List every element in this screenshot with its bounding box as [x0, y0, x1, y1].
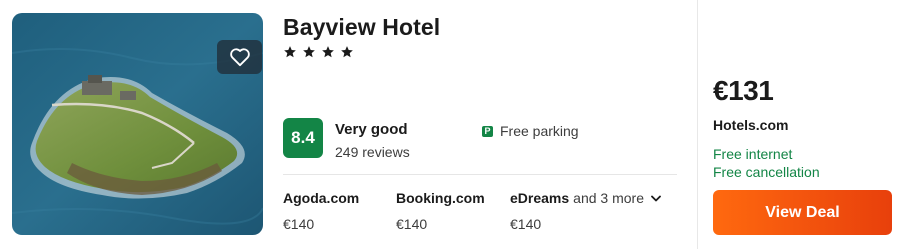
provider-name: eDreams	[510, 190, 570, 206]
rating-label: Very good	[335, 121, 408, 138]
provider-price: €140	[396, 216, 428, 232]
hotel-photo[interactable]	[12, 13, 263, 235]
view-deal-button[interactable]: View Deal	[713, 190, 892, 235]
best-deal-provider: Hotels.com	[713, 117, 789, 133]
star-icon	[341, 46, 353, 58]
review-count[interactable]: 249 reviews	[335, 144, 410, 160]
section-divider	[283, 174, 677, 175]
rating-score-badge: 8.4	[283, 118, 323, 158]
chevron-down-icon[interactable]	[651, 195, 661, 202]
perk-free-cancellation: Free cancellation	[713, 164, 820, 180]
provider-name: Booking.com	[396, 190, 485, 206]
provider-name-row: eDreams and 3 more	[510, 190, 661, 206]
provider-offer-edreams[interactable]: eDreams and 3 more €140	[510, 190, 661, 232]
more-providers-link[interactable]: and 3 more	[573, 190, 644, 206]
hotel-star-rating	[283, 45, 354, 59]
provider-offer-booking[interactable]: Booking.com €140	[396, 190, 485, 232]
star-icon	[284, 46, 296, 58]
provider-price: €140	[510, 216, 542, 232]
amenity-label: Free parking	[500, 123, 579, 139]
column-divider	[697, 0, 698, 249]
parking-icon: P	[482, 125, 493, 137]
star-icon	[303, 46, 315, 58]
provider-offer-agoda[interactable]: Agoda.com €140	[283, 190, 359, 232]
star-icon	[322, 46, 334, 58]
hotel-name[interactable]: Bayview Hotel	[283, 14, 440, 41]
perk-free-internet: Free internet	[713, 146, 793, 162]
provider-name: Agoda.com	[283, 190, 360, 206]
best-deal-price: €131	[713, 75, 774, 106]
hotel-result-card[interactable]: Bayview Hotel 8.4 Very good 249 reviews …	[0, 0, 905, 249]
favorite-button[interactable]	[217, 40, 262, 74]
amenity-free-parking: P Free parking	[482, 123, 579, 139]
heart-icon	[229, 48, 250, 67]
provider-price: €140	[283, 216, 315, 232]
